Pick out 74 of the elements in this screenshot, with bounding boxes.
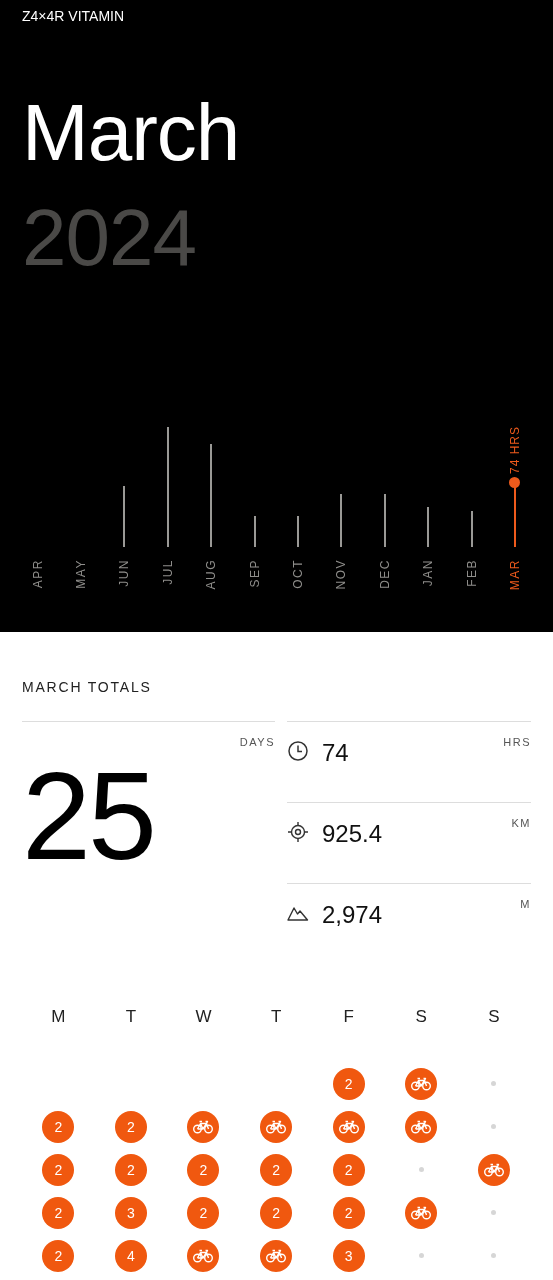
month-label[interactable]: AUG (204, 558, 219, 590)
month-bar[interactable] (470, 510, 473, 547)
ride-count[interactable]: 2 (187, 1196, 220, 1229)
crosshair-icon (287, 821, 309, 843)
rest-dot (491, 1210, 497, 1215)
ride-count[interactable]: 2 (42, 1196, 75, 1229)
ride-count[interactable]: 2 (114, 1110, 147, 1143)
month-bar[interactable] (297, 515, 300, 547)
month-title: March (22, 88, 241, 178)
month-bar[interactable] (427, 506, 430, 547)
month-label[interactable]: JAN (421, 558, 436, 586)
month-label[interactable]: NOV (334, 558, 349, 590)
ride-count[interactable]: 2 (187, 1153, 220, 1186)
month-label[interactable]: MAR (508, 558, 522, 590)
stat-value: 925.4 (322, 820, 383, 848)
ride-count[interactable]: 2 (260, 1153, 293, 1186)
stat-value: 74 (322, 739, 349, 767)
stat-unit: M (520, 898, 531, 910)
month-label[interactable]: DEC (377, 558, 392, 589)
ride-count[interactable]: 2 (42, 1239, 75, 1272)
month-label[interactable]: OCT (291, 558, 306, 589)
ride-count[interactable]: 4 (114, 1239, 147, 1272)
ride-count[interactable]: 2 (114, 1153, 147, 1186)
bike-icon[interactable] (260, 1110, 293, 1143)
bike-icon[interactable] (332, 1110, 365, 1143)
month-label[interactable]: APR (30, 558, 45, 588)
bike-icon[interactable] (187, 1110, 220, 1143)
stat-unit: HRS (503, 736, 531, 748)
totals-title: MARCH TOTALS (22, 678, 153, 696)
rest-dot (491, 1253, 497, 1258)
bike-icon[interactable] (477, 1153, 510, 1186)
ride-count[interactable]: 2 (42, 1153, 75, 1186)
weekday-label: W (195, 1007, 212, 1027)
month-bar[interactable] (210, 443, 213, 547)
month-label[interactable]: JUN (117, 558, 132, 587)
stat-value: 2,974 (322, 901, 383, 929)
weekday-label: M (51, 1007, 66, 1027)
bike-icon[interactable] (405, 1196, 438, 1229)
ride-count[interactable]: 2 (332, 1153, 365, 1186)
year-title: 2024 (22, 193, 197, 283)
rest-dot (491, 1124, 497, 1129)
ride-count[interactable]: 2 (332, 1067, 365, 1100)
ride-count[interactable]: 3 (332, 1239, 365, 1272)
brand-name: Z4×4R VITAMIN (22, 7, 126, 25)
month-bar[interactable] (383, 493, 386, 547)
month-bar[interactable] (340, 493, 343, 547)
ride-count[interactable]: 2 (260, 1196, 293, 1229)
rest-dot (418, 1167, 424, 1172)
month-bar[interactable] (166, 426, 169, 547)
days-unit: DAYS (239, 736, 275, 748)
clock-icon (287, 740, 309, 762)
month-label[interactable]: JUL (160, 558, 175, 585)
days-value: 25 (22, 754, 154, 878)
rest-dot (491, 1081, 497, 1086)
weekday-label: S (488, 1007, 500, 1027)
weekday-label: T (270, 1007, 282, 1027)
bike-icon[interactable] (187, 1239, 220, 1272)
month-label[interactable]: FEB (464, 558, 479, 587)
bike-icon[interactable] (260, 1239, 293, 1272)
ride-count[interactable]: 3 (114, 1196, 147, 1229)
month-bar[interactable] (253, 515, 256, 547)
weekday-label: F (343, 1007, 354, 1027)
stat-unit: KM (511, 817, 531, 829)
ride-count[interactable]: 2 (332, 1196, 365, 1229)
hours-reading: 74 HRS (508, 425, 522, 474)
month-bar[interactable] (123, 485, 126, 547)
ride-count[interactable]: 2 (42, 1110, 75, 1143)
rest-dot (418, 1253, 424, 1258)
weekday-label: T (125, 1007, 137, 1027)
month-label[interactable]: SEP (247, 558, 262, 588)
month-label[interactable]: MAY (74, 558, 89, 589)
weekday-label: S (415, 1007, 427, 1027)
bike-icon[interactable] (405, 1067, 438, 1100)
bike-icon[interactable] (405, 1110, 438, 1143)
